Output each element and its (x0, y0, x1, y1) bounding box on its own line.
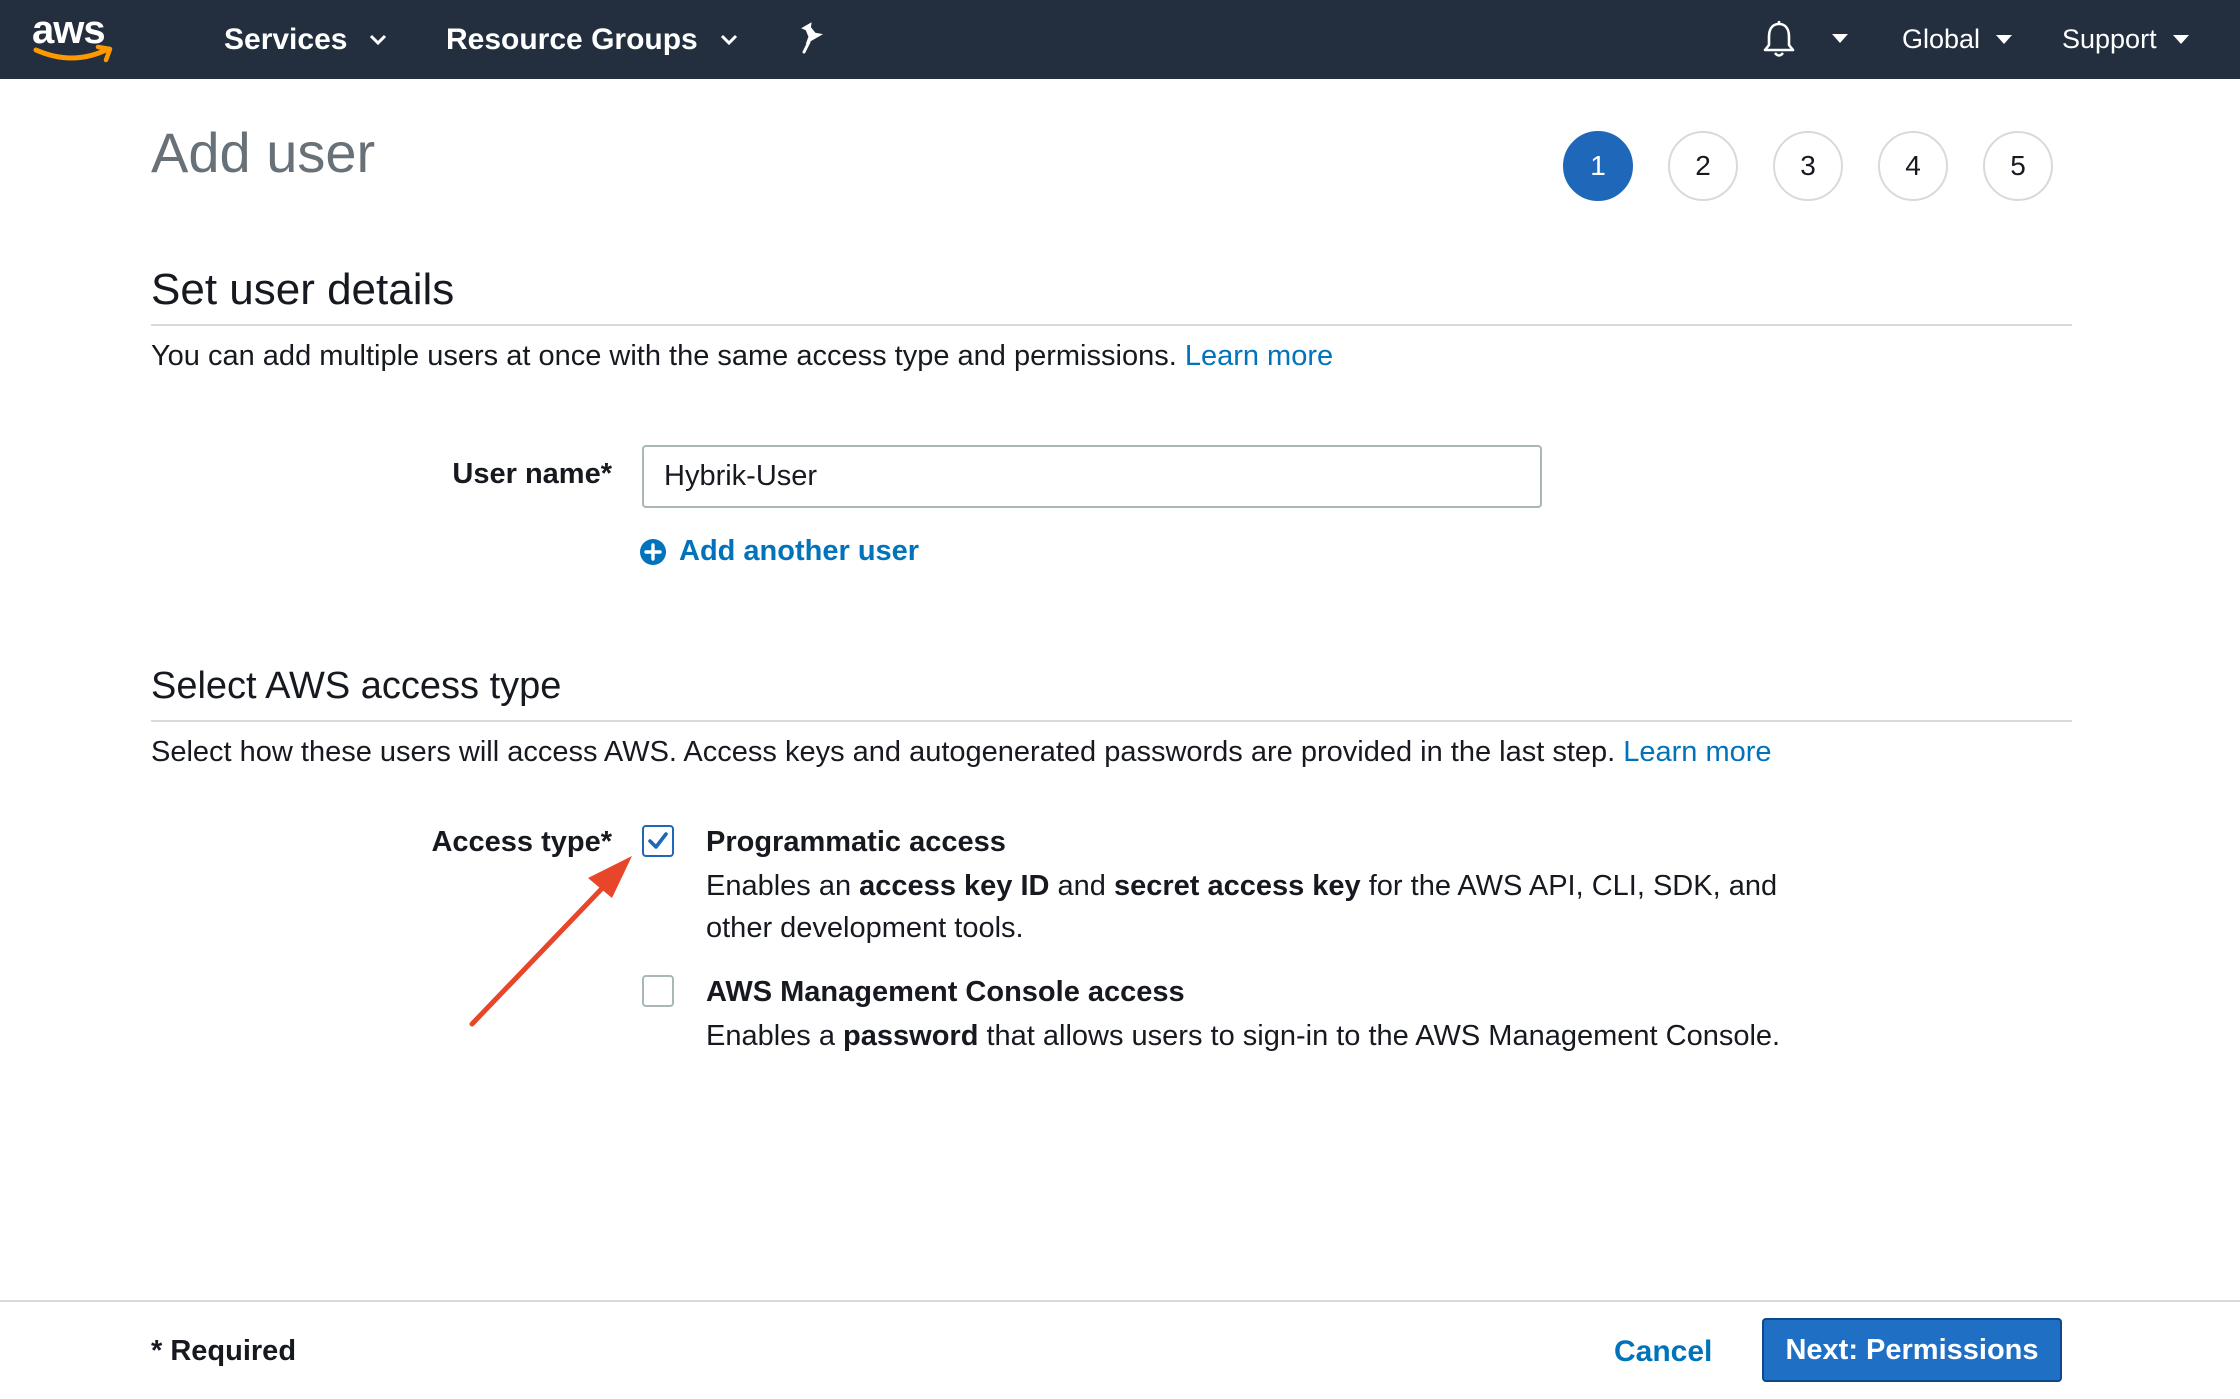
learn-more-link[interactable]: Learn more (1623, 736, 1771, 768)
aws-smile-icon (33, 44, 113, 63)
user-name-label: User name* (452, 458, 612, 490)
programmatic-access-checkbox[interactable] (642, 825, 674, 857)
caret-down-icon (2172, 34, 2189, 44)
support-menu[interactable]: Support (2062, 0, 2189, 79)
wizard-step-4[interactable]: 4 (1878, 131, 1948, 201)
section-divider (151, 324, 2072, 326)
bell-icon[interactable] (1760, 20, 1798, 60)
wizard-step-1[interactable]: 1 (1563, 131, 1633, 201)
checkmark-icon (648, 832, 668, 849)
required-note: * Required (151, 1335, 297, 1367)
desc-text: and (1049, 870, 1114, 902)
region-label: Global (1902, 24, 1981, 54)
footer-divider (0, 1300, 2240, 1302)
caret-down-icon (1996, 34, 2013, 44)
add-another-user-button[interactable]: Add another user (639, 535, 919, 568)
cancel-button[interactable]: Cancel (1614, 1335, 1712, 1369)
user-details-description-text: You can add multiple users at once with … (151, 340, 1177, 372)
console-access-description: Enables a password that allows users to … (706, 1015, 1786, 1057)
services-label: Services (224, 22, 348, 56)
access-type-heading: Select AWS access type (151, 665, 562, 707)
chevron-down-icon (370, 34, 387, 45)
wizard-step-5[interactable]: 5 (1983, 131, 2053, 201)
learn-more-link[interactable]: Learn more (1185, 340, 1333, 372)
add-another-user-label: Add another user (679, 535, 920, 567)
top-nav-bar: aws Services Resource Groups Global Supp… (0, 0, 2240, 79)
access-type-description: Select how these users will access AWS. … (151, 736, 1772, 769)
plus-circle-icon (640, 538, 666, 565)
desc-text: Enables an (706, 870, 860, 902)
caret-down-icon[interactable] (1832, 34, 1848, 44)
pin-icon[interactable] (797, 22, 827, 56)
section-divider (151, 720, 2072, 722)
programmatic-access-title: Programmatic access (706, 826, 1006, 858)
support-label: Support (2062, 24, 2157, 54)
chevron-down-icon (720, 34, 737, 45)
page-title: Add user (151, 121, 376, 184)
console-access-checkbox[interactable] (642, 975, 674, 1007)
user-details-heading: Set user details (151, 265, 455, 314)
desc-bold: password (843, 1020, 979, 1052)
programmatic-access-description: Enables an access key ID and secret acce… (706, 865, 1786, 949)
annotation-arrow-icon (469, 856, 632, 1027)
services-menu[interactable]: Services (224, 0, 387, 79)
access-type-description-text: Select how these users will access AWS. … (151, 736, 1616, 768)
aws-logo[interactable]: aws (32, 8, 118, 68)
next-permissions-button[interactable]: Next: Permissions (1762, 1318, 2062, 1382)
desc-text: that allows users to sign-in to the AWS … (978, 1020, 1781, 1052)
user-details-description: You can add multiple users at once with … (151, 340, 1333, 373)
desc-text: Enables a (706, 1020, 844, 1052)
user-name-input[interactable] (642, 445, 1542, 508)
console-access-title: AWS Management Console access (706, 976, 1185, 1008)
resource-groups-label: Resource Groups (446, 22, 698, 56)
desc-bold: access key ID (859, 870, 1050, 902)
wizard-step-3[interactable]: 3 (1773, 131, 1843, 201)
desc-bold: secret access key (1113, 870, 1361, 902)
region-menu[interactable]: Global (1902, 0, 2013, 79)
resource-groups-menu[interactable]: Resource Groups (446, 0, 738, 79)
wizard-step-2[interactable]: 2 (1668, 131, 1738, 201)
